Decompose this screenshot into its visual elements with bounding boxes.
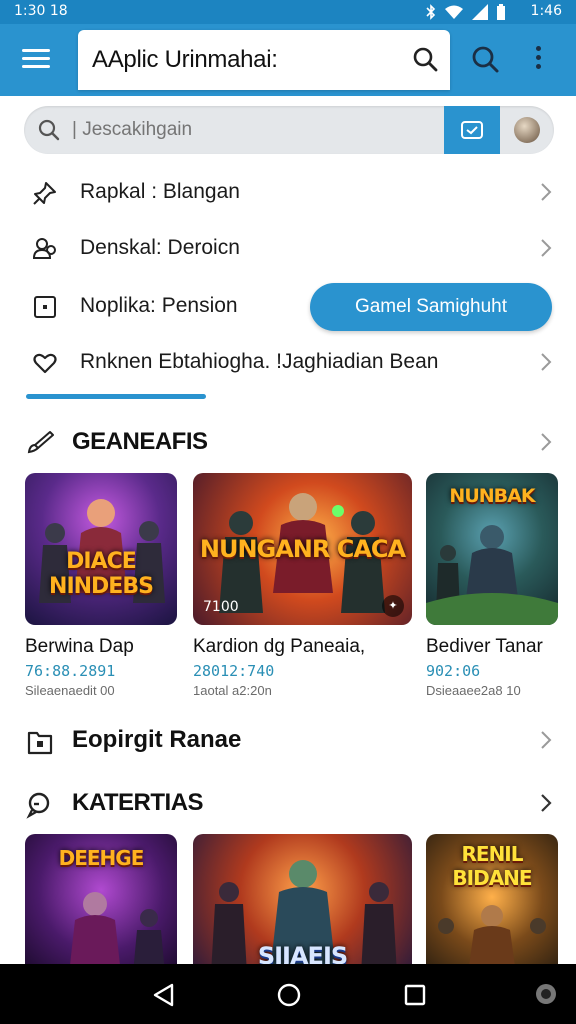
check-box-icon	[461, 121, 483, 139]
chevron-right-icon	[541, 794, 552, 812]
section-divider	[26, 394, 206, 399]
category-art-text: DEEHGE	[58, 846, 145, 870]
menu-item-denskal[interactable]: Denskal: Deroicn	[0, 220, 576, 276]
app-bar: AAplic Urinmahai:	[0, 24, 576, 96]
users-icon	[32, 238, 56, 259]
search-input[interactable]	[72, 116, 452, 144]
avatar[interactable]	[514, 117, 540, 143]
more-options-icon[interactable]	[536, 46, 541, 73]
game-art-text: NUNGANR CACA	[199, 535, 406, 563]
chat-search-icon	[26, 792, 50, 819]
wifi-icon	[445, 5, 463, 19]
section-title: GEANEAFIS	[72, 428, 208, 455]
menu-item-rapkal[interactable]: Rapkal : Blangan	[0, 164, 576, 220]
hamburger-menu-icon[interactable]	[18, 44, 54, 76]
game-card[interactable]: NUNGANR CACA 7100 ✦	[193, 473, 412, 625]
game-art-text: DIACE NINDEBS	[49, 549, 154, 599]
chevron-right-icon	[541, 183, 552, 201]
menu-item-label: Rnknen Ebtahiogha. !Jaghiadian Bean	[80, 350, 439, 373]
heart-icon	[33, 353, 57, 374]
category-art-text: RENIL BIDANE	[452, 842, 532, 890]
home-icon[interactable]	[276, 982, 302, 1008]
chevron-right-icon	[541, 731, 552, 749]
game-card[interactable]: DIACE NINDEBS	[25, 473, 177, 625]
game-title[interactable]: Bediver Tanar	[426, 636, 543, 658]
game-subtitle: 76:88.2891	[25, 662, 116, 680]
category-card[interactable]: DEEHGE	[25, 834, 177, 974]
app-title: AAplic Urinmahai:	[92, 46, 278, 73]
assistant-icon[interactable]	[534, 982, 558, 1006]
category-card[interactable]: RENIL BIDANE	[426, 834, 558, 974]
game-art-text: NUNBAK	[449, 485, 535, 507]
pin-icon	[33, 182, 56, 205]
title-field[interactable]: AAplic Urinmahai:	[78, 30, 450, 90]
game-subtitle: 28012:740	[193, 662, 275, 680]
system-nav-bar	[0, 964, 576, 1024]
game-search-button[interactable]: Gamel Samighuht	[310, 283, 552, 331]
section-header-copyright[interactable]: Eopirgit Ranae	[0, 720, 576, 760]
search-action-button[interactable]	[444, 106, 500, 154]
status-time-left: 1:30 18	[14, 3, 68, 19]
chevron-right-icon	[541, 433, 552, 451]
status-icons	[426, 4, 506, 20]
battery-icon	[497, 4, 505, 20]
game-meta: 1aotal a2:20n	[193, 683, 272, 698]
search-icon	[38, 119, 60, 141]
section-title: KATERTIAS	[72, 789, 204, 816]
chevron-right-icon	[541, 353, 552, 371]
section-header-games[interactable]: GEANEAFIS	[0, 422, 576, 462]
game-title[interactable]: Berwina Dap	[25, 636, 134, 658]
appbar-search-icon[interactable]	[470, 44, 500, 74]
category-card[interactable]: SIJAEIS	[193, 834, 412, 974]
chevron-right-icon	[541, 239, 552, 257]
search-icon[interactable]	[412, 46, 438, 72]
section-title: Eopirgit Ranae	[72, 726, 242, 753]
menu-item-label: Noplika: Pension	[80, 294, 238, 317]
game-title[interactable]: Kardion dg Paneaia,	[193, 636, 365, 658]
game-card[interactable]: NUNBAK	[426, 473, 558, 625]
recents-icon[interactable]	[402, 982, 428, 1008]
folder-icon	[27, 731, 53, 755]
brush-icon	[27, 431, 54, 454]
favorite-icon[interactable]: ✦	[382, 595, 404, 617]
menu-item-label: Rapkal : Blangan	[80, 180, 240, 203]
back-icon[interactable]	[150, 982, 176, 1008]
section-header-kategories[interactable]: KATERTIAS	[0, 783, 576, 823]
signal-icon	[472, 4, 488, 20]
status-time-right: 1:46	[530, 3, 562, 19]
bluetooth-icon	[426, 4, 436, 20]
square-dot-icon	[34, 296, 56, 318]
status-bar: 1:30 18 1:46	[0, 0, 576, 24]
game-badge: 7100	[203, 599, 239, 615]
search-bar	[24, 106, 554, 154]
menu-item-label: Denskal: Deroicn	[80, 236, 240, 259]
menu-item-rnknen[interactable]: Rnknen Ebtahiogha. !Jaghiadian Bean	[0, 334, 576, 390]
game-meta: Sileaenaedit 00	[25, 683, 115, 698]
game-subtitle: 902:06	[426, 662, 481, 680]
game-meta: Dsieaaee2a8 10	[426, 683, 521, 698]
